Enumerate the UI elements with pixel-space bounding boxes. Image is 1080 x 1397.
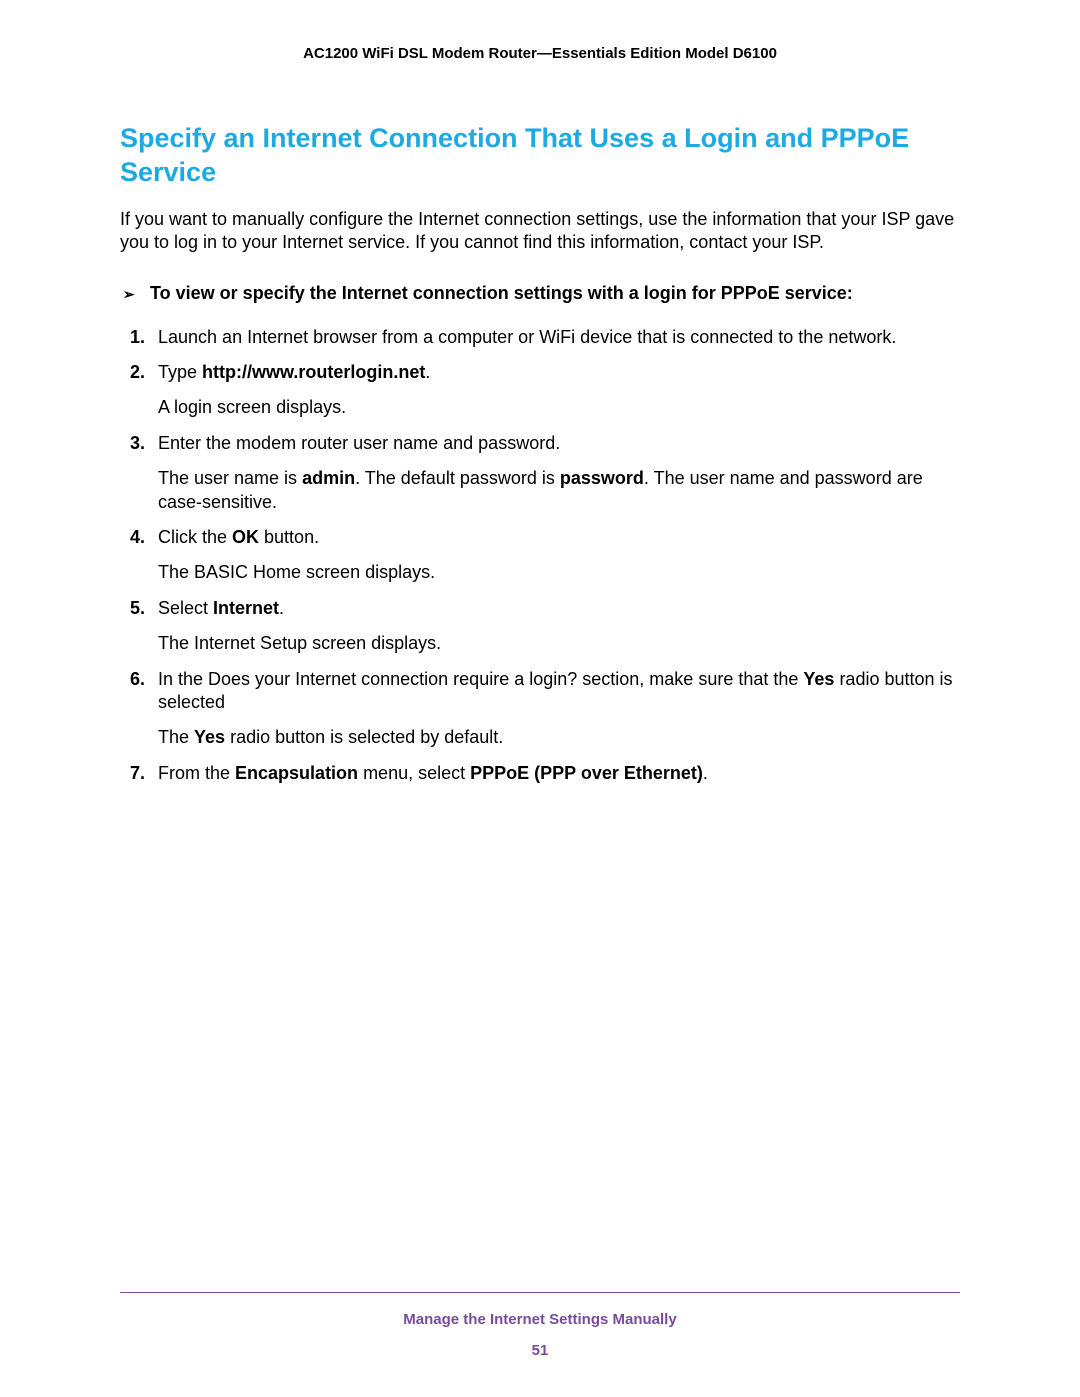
step-text: Launch an Internet browser from a comput… [158,326,960,349]
step-subtext: The Internet Setup screen displays. [158,632,960,655]
page-footer: Manage the Internet Settings Manually 51 [120,1292,960,1359]
procedure-intro-text: To view or specify the Internet connecti… [150,283,853,303]
step-1: 1. Launch an Internet browser from a com… [158,326,960,349]
step-subtext: A login screen displays. [158,396,960,419]
step-6: 6. In the Does your Internet connection … [158,668,960,750]
step-text: Type http://www.routerlogin.net. [158,361,960,384]
step-text: From the Encapsulation menu, select PPPo… [158,762,960,785]
section-title: Specify an Internet Connection That Uses… [120,122,960,190]
step-number: 7. [130,762,145,785]
step-2: 2. Type http://www.routerlogin.net. A lo… [158,361,960,420]
page-header: AC1200 WiFi DSL Modem Router—Essentials … [120,45,960,62]
step-number: 6. [130,668,145,691]
step-number: 5. [130,597,145,620]
step-number: 4. [130,526,145,549]
step-text: Select Internet. [158,597,960,620]
footer-page-number: 51 [120,1342,960,1359]
step-subtext: The BASIC Home screen displays. [158,561,960,584]
steps-list: 1. Launch an Internet browser from a com… [120,326,960,785]
step-text: In the Does your Internet connection req… [158,668,960,715]
step-text: Enter the modem router user name and pas… [158,432,960,455]
step-number: 1. [130,326,145,349]
footer-divider [120,1292,960,1293]
step-subtext: The Yes radio button is selected by defa… [158,726,960,749]
intro-paragraph: If you want to manually configure the In… [120,208,960,255]
arrow-icon: ➢ [123,285,135,303]
step-text: Click the OK button. [158,526,960,549]
step-5: 5. Select Internet. The Internet Setup s… [158,597,960,656]
step-7: 7. From the Encapsulation menu, select P… [158,762,960,785]
step-4: 4. Click the OK button. The BASIC Home s… [158,526,960,585]
step-number: 3. [130,432,145,455]
step-subtext: The user name is admin. The default pass… [158,467,960,514]
footer-chapter: Manage the Internet Settings Manually [120,1311,960,1328]
procedure-intro: ➢ To view or specify the Internet connec… [120,282,960,305]
step-number: 2. [130,361,145,384]
step-3: 3. Enter the modem router user name and … [158,432,960,514]
